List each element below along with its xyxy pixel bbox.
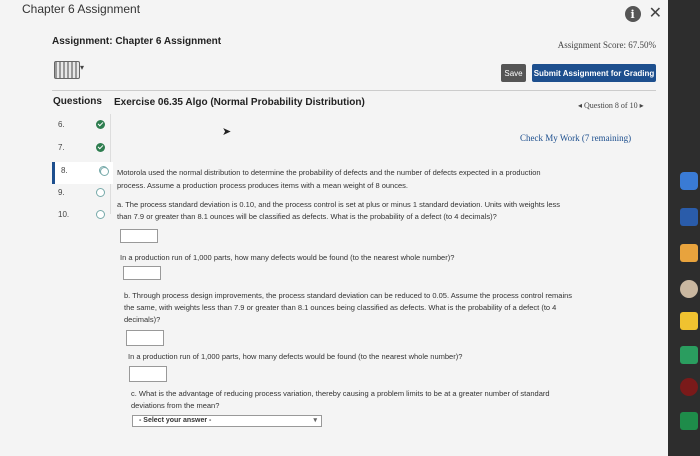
part-b-line-3: decimals)? (124, 315, 161, 324)
sidebar-item-7[interactable]: 7. (52, 139, 110, 161)
window-controls: i ✕ (624, 6, 662, 22)
assignment-header: Assignment: Chapter 6 Assignment Assignm… (52, 36, 656, 50)
part-b-defects-input[interactable] (129, 366, 167, 382)
window-title: Chapter 6 Assignment (22, 2, 141, 16)
mouse-cursor-icon: ➤ (222, 126, 232, 138)
app-icon[interactable] (680, 280, 698, 298)
app-icon[interactable] (680, 412, 698, 430)
app-icon[interactable] (680, 208, 698, 226)
part-b-line-1: b. Through process design improvements, … (124, 291, 573, 300)
app-icon[interactable] (680, 172, 698, 190)
calculator-icon[interactable] (54, 61, 80, 79)
app-icon[interactable] (680, 346, 698, 364)
questions-heading: Questions (53, 96, 102, 107)
select-placeholder: - Select your answer - (139, 417, 212, 424)
assignment-window: Chapter 6 Assignment i ✕ Assignment: Cha… (0, 0, 668, 456)
app-icon[interactable] (680, 312, 698, 330)
incomplete-circle-icon (96, 188, 105, 197)
part-a-count-question: In a production run of 1,000 parts, how … (120, 253, 455, 262)
divider (52, 90, 656, 91)
part-b-line-2: the same, with weights less than 7.9 or … (124, 303, 557, 312)
question-number: 8. (61, 166, 68, 175)
problem-intro-line-2: process. Assume a production process pro… (117, 181, 408, 190)
part-a-line-1: a. The process standard deviation is 0.1… (117, 200, 561, 209)
close-icon[interactable]: ✕ (649, 6, 662, 22)
save-button[interactable]: Save (501, 64, 526, 82)
part-a-line-2: than 7.9 or greater than 8.1 ounces will… (117, 212, 497, 221)
part-b-count-question: In a production run of 1,000 parts, how … (128, 352, 463, 361)
question-number: 6. (58, 120, 65, 129)
problem-status-icon (100, 167, 109, 176)
question-number: 10. (58, 210, 70, 219)
sidebar-item-10[interactable]: 10. (52, 206, 110, 228)
question-number: 9. (58, 188, 65, 197)
info-icon[interactable]: i (624, 6, 641, 22)
part-b-probability-input[interactable] (126, 330, 164, 346)
complete-check-icon (96, 120, 105, 129)
check-my-work-link[interactable]: Check My Work (7 remaining) (520, 133, 631, 143)
chevron-down-icon[interactable]: ▾ (80, 63, 84, 72)
sidebar-item-6[interactable]: 6. (52, 116, 110, 138)
part-a-probability-input[interactable] (120, 229, 158, 243)
app-icon[interactable] (680, 378, 698, 396)
chevron-down-icon: ▾ (313, 417, 317, 424)
assignment-title: Assignment: Chapter 6 Assignment (52, 36, 222, 47)
question-sidebar: 6. 7. 8. 9. 10. (52, 114, 113, 219)
complete-check-icon (96, 143, 105, 152)
assignment-score: Assignment Score: 67.50% (557, 40, 656, 50)
submit-assignment-button[interactable]: Submit Assignment for Grading (532, 64, 656, 82)
problem-intro-line-1: Motorola used the normal distribution to… (117, 168, 541, 177)
part-c-line-2: deviations from the mean? (131, 401, 220, 410)
part-c-answer-select[interactable]: - Select your answer - ▾ (132, 415, 322, 427)
incomplete-circle-icon (96, 210, 105, 219)
exercise-title: Exercise 06.35 Algo (Normal Probability … (114, 97, 365, 108)
part-c-line-1: c. What is the advantage of reducing pro… (131, 389, 550, 398)
sidebar-item-9[interactable]: 9. (52, 184, 110, 206)
question-navigator[interactable]: ◂ Question 8 of 10 ▸ (578, 101, 644, 110)
app-icon[interactable] (680, 244, 698, 262)
part-a-defects-input[interactable] (123, 266, 161, 280)
question-number: 7. (58, 143, 65, 152)
